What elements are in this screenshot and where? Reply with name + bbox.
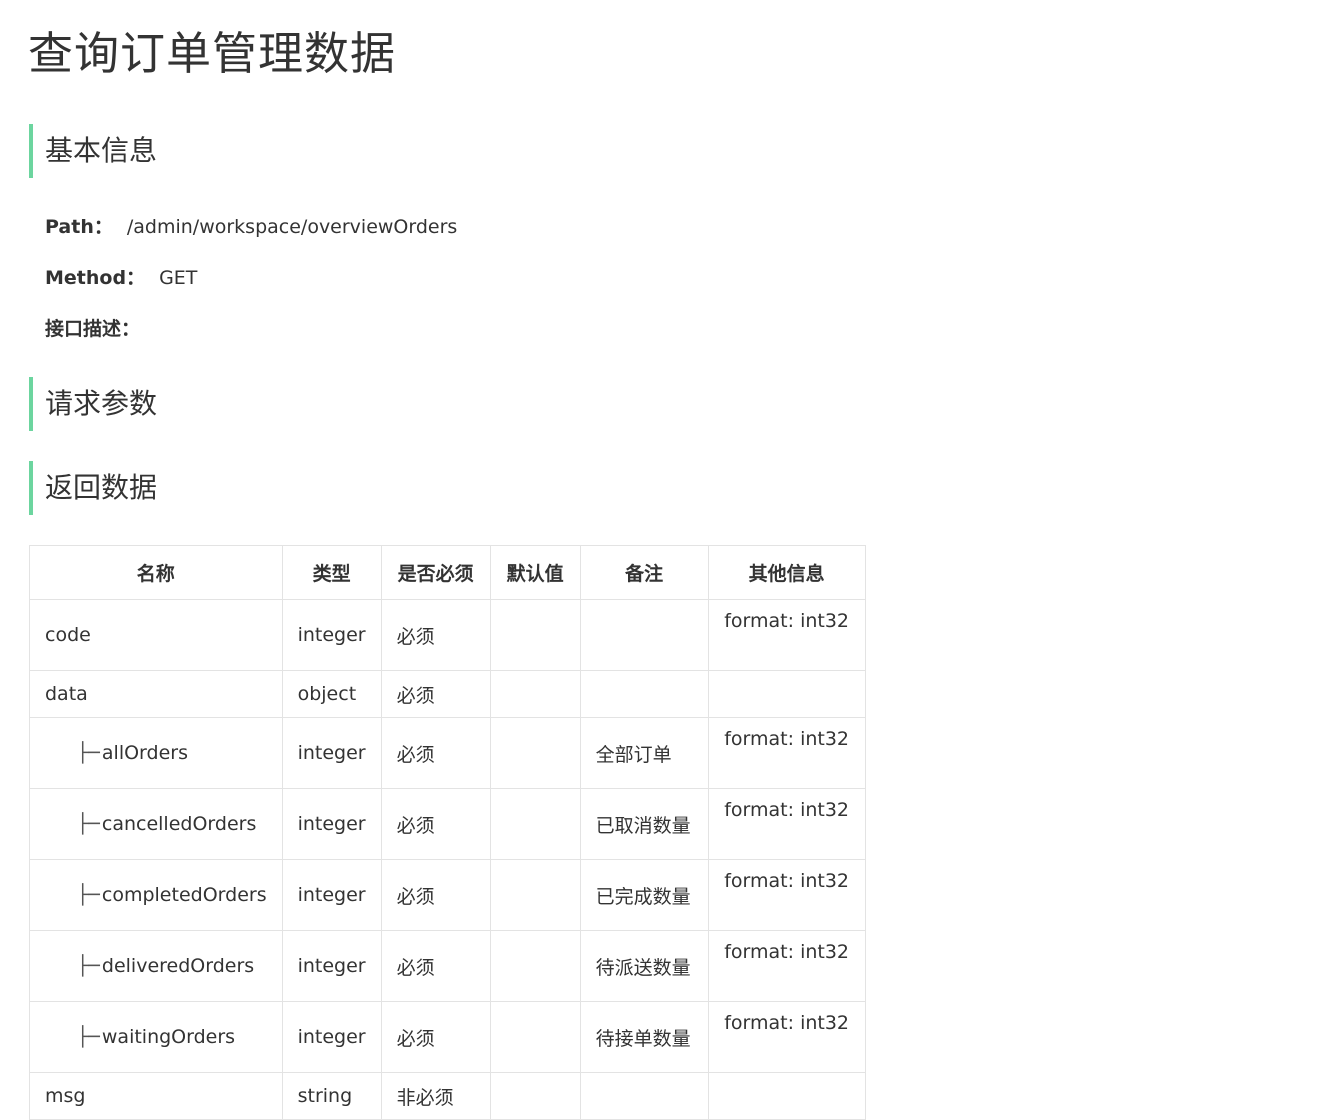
cell-default (489, 1001, 581, 1073)
cell-name-text: cancelledOrders (101, 813, 257, 835)
method-value: GET (159, 267, 198, 289)
cell-required: 必须 (380, 599, 491, 671)
path-row: Path： /admin/workspace/overviewOrders (45, 214, 457, 240)
header-default: 默认值 (489, 545, 581, 600)
cell-note: 待接单数量 (579, 1001, 709, 1073)
cell-other: format: int32 (707, 930, 866, 1002)
cell-name: data (29, 670, 283, 718)
cell-required: 必须 (380, 670, 491, 718)
cell-required: 必须 (380, 859, 491, 931)
table-row: code integer 必须 format: int32 (29, 599, 866, 671)
cell-default (489, 1072, 581, 1120)
tree-branch-icon: ├─ (77, 1026, 100, 1048)
cell-other: format: int32 (707, 1001, 866, 1073)
cell-type: integer (281, 930, 382, 1002)
cell-name: ├─ deliveredOrders (29, 930, 283, 1002)
header-required: 是否必须 (380, 545, 491, 600)
table-header-row: 名称 类型 是否必须 默认值 备注 其他信息 (29, 545, 866, 600)
cell-default (489, 670, 581, 718)
table-row: ├─ completedOrders integer 必须 已完成数量 forma… (29, 859, 866, 931)
path-label: Path： (45, 216, 113, 238)
cell-other (707, 1072, 866, 1120)
cell-name-text: waitingOrders (101, 1026, 236, 1048)
path-value: /admin/workspace/overviewOrders (126, 216, 458, 238)
cell-type: integer (281, 788, 382, 860)
cell-name: ├─ cancelledOrders (29, 788, 283, 860)
description-label: 接口描述： (45, 318, 141, 340)
cell-name: msg (29, 1072, 283, 1120)
tree-branch-icon: ├─ (77, 884, 100, 906)
header-name: 名称 (29, 545, 283, 600)
cell-default (489, 599, 581, 671)
method-label: Method： (45, 267, 146, 289)
cell-default (489, 859, 581, 931)
cell-name-text: completedOrders (101, 884, 267, 906)
cell-other: format: int32 (707, 717, 866, 789)
cell-name: ├─ waitingOrders (29, 1001, 283, 1073)
cell-name: ├─ completedOrders (29, 859, 283, 931)
table-row: ├─ waitingOrders integer 必须 待接单数量 format:… (29, 1001, 866, 1073)
header-type: 类型 (281, 545, 382, 600)
cell-required: 非必须 (380, 1072, 491, 1120)
tree-branch-icon: ├─ (77, 955, 100, 977)
cell-other: format: int32 (707, 788, 866, 860)
cell-name-text: allOrders (101, 742, 188, 764)
cell-other (707, 670, 866, 718)
cell-note: 已完成数量 (579, 859, 709, 931)
cell-type: string (281, 1072, 382, 1120)
cell-other: format: int32 (707, 859, 866, 931)
cell-default (489, 930, 581, 1002)
cell-required: 必须 (380, 788, 491, 860)
cell-note (579, 599, 709, 671)
cell-required: 必须 (380, 717, 491, 789)
cell-name-text: deliveredOrders (101, 955, 255, 977)
cell-name: ├─ allOrders (29, 717, 283, 789)
cell-note (579, 1072, 709, 1120)
method-row: Method： GET (45, 265, 197, 291)
section-heading-basic-info: 基本信息 (29, 124, 157, 178)
cell-default (489, 788, 581, 860)
cell-required: 必须 (380, 930, 491, 1002)
header-other-info: 其他信息 (707, 545, 866, 600)
cell-default (489, 717, 581, 789)
table-row: data object 必须 (29, 670, 866, 718)
cell-type: integer (281, 599, 382, 671)
cell-other: format: int32 (707, 599, 866, 671)
cell-type: integer (281, 1001, 382, 1073)
section-heading-request-params: 请求参数 (29, 377, 157, 431)
tree-branch-icon: ├─ (77, 813, 100, 835)
cell-note: 全部订单 (579, 717, 709, 789)
page-title: 查询订单管理数据 (28, 27, 397, 80)
response-table: 名称 类型 是否必须 默认值 备注 其他信息 code integer 必须 f… (29, 545, 866, 1120)
cell-type: integer (281, 859, 382, 931)
table-row: ├─ cancelledOrders integer 必须 已取消数量 forma… (29, 788, 866, 860)
cell-type: object (281, 670, 382, 718)
description-row: 接口描述： (45, 316, 140, 342)
cell-note (579, 670, 709, 718)
cell-name: code (29, 599, 283, 671)
table-row: ├─ deliveredOrders integer 必须 待派送数量 forma… (29, 930, 866, 1002)
table-row: ├─ allOrders integer 必须 全部订单 format: int3… (29, 717, 866, 789)
table-row: msg string 非必须 (29, 1072, 866, 1120)
header-note: 备注 (579, 545, 709, 600)
section-heading-response-data: 返回数据 (29, 461, 157, 515)
tree-branch-icon: ├─ (77, 742, 100, 764)
cell-required: 必须 (380, 1001, 491, 1073)
cell-type: integer (281, 717, 382, 789)
cell-note: 已取消数量 (579, 788, 709, 860)
cell-note: 待派送数量 (579, 930, 709, 1002)
